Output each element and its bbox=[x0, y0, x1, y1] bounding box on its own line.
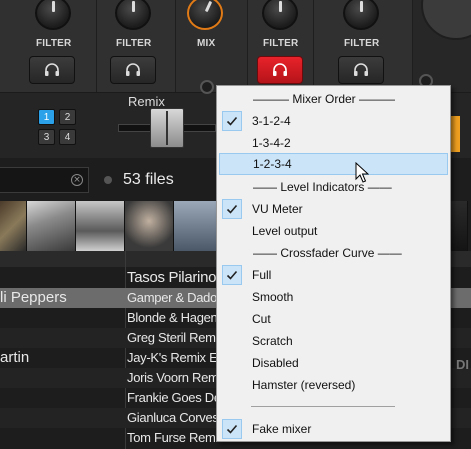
cell-remix: Greg Steril Remix bbox=[127, 330, 225, 345]
menu-item-hamster-reversed[interactable]: Hamster (reversed) bbox=[219, 374, 448, 396]
cue-button-3[interactable] bbox=[257, 56, 303, 84]
cover-art[interactable] bbox=[125, 201, 174, 251]
menu-item-full[interactable]: Full bbox=[219, 264, 448, 286]
menu-header-level-indicators: —— Level Indicators —— bbox=[253, 180, 392, 194]
filter-label-2: FILTER bbox=[116, 38, 152, 49]
cue-button-4[interactable] bbox=[338, 56, 384, 84]
cell-remix: Tasos Pilarinos bbox=[127, 269, 224, 286]
deck-button-3[interactable]: 3 bbox=[38, 129, 55, 145]
filter-label-4: FILTER bbox=[344, 38, 380, 49]
mixer-context-menu: ——— Mixer Order ——— 3-1-2-4 1-3-4-2 1-2-… bbox=[216, 85, 451, 442]
cell-artist: artin bbox=[0, 349, 30, 366]
deck-button-2[interactable]: 2 bbox=[59, 109, 76, 125]
filter-label-3: FILTER bbox=[263, 38, 299, 49]
menu-header-mixer-order: ——— Mixer Order ——— bbox=[253, 92, 396, 106]
headphones-icon bbox=[126, 63, 140, 76]
menu-item-cut[interactable]: Cut bbox=[219, 308, 448, 330]
menu-item-smooth[interactable]: Smooth bbox=[219, 286, 448, 308]
filter-label-1: FILTER bbox=[36, 38, 72, 49]
mix-led bbox=[200, 80, 214, 94]
checkmark-icon bbox=[222, 265, 242, 285]
menu-item-fake-mixer[interactable]: Fake mixer bbox=[219, 418, 448, 440]
clear-search-icon[interactable]: × bbox=[71, 174, 83, 186]
menu-item-3-1-2-4[interactable]: 3-1-2-4 bbox=[219, 110, 448, 132]
mouse-cursor-icon bbox=[355, 162, 369, 183]
headphones-icon bbox=[45, 63, 59, 76]
status-dot-icon bbox=[104, 176, 112, 184]
deck-button-4[interactable]: 4 bbox=[59, 129, 76, 145]
cell-artist: li Peppers bbox=[0, 289, 67, 306]
cover-art[interactable] bbox=[76, 201, 125, 251]
cell-remix: Jay-K's Remix Edit bbox=[127, 350, 231, 365]
cell-remix: Gamper & Dadoni bbox=[127, 290, 227, 305]
checkmark-icon bbox=[222, 199, 242, 219]
mix-label: MIX bbox=[197, 38, 216, 49]
crossfader-handle[interactable] bbox=[150, 108, 184, 148]
cell-remix: Joris Voorn Remix bbox=[127, 370, 228, 385]
menu-separator bbox=[251, 406, 395, 407]
menu-item-disabled[interactable]: Disabled bbox=[219, 352, 448, 374]
menu-item-1-3-4-2[interactable]: 1-3-4-2 bbox=[219, 132, 448, 154]
headphones-icon bbox=[354, 63, 368, 76]
menu-item-vu-meter[interactable]: VU Meter bbox=[219, 198, 448, 220]
file-count: 53 files bbox=[123, 171, 174, 188]
menu-item-1-2-3-4[interactable]: 1-2-3-4 bbox=[219, 153, 448, 175]
headphones-icon bbox=[273, 63, 287, 76]
checkmark-icon bbox=[222, 111, 242, 131]
deck-button-1[interactable]: 1 bbox=[38, 109, 55, 125]
cue-button-2[interactable] bbox=[110, 56, 156, 84]
checkmark-icon bbox=[222, 419, 242, 439]
cover-art[interactable] bbox=[0, 201, 27, 251]
menu-header-crossfader-curve: —— Crossfader Curve —— bbox=[253, 246, 402, 260]
cover-art[interactable] bbox=[27, 201, 76, 251]
menu-item-scratch[interactable]: Scratch bbox=[219, 330, 448, 352]
menu-item-level-output[interactable]: Level output bbox=[219, 220, 448, 242]
column-header-remix[interactable]: Remix bbox=[128, 94, 165, 109]
side-panel-label: DI bbox=[456, 357, 469, 372]
cue-button-1[interactable] bbox=[29, 56, 75, 84]
